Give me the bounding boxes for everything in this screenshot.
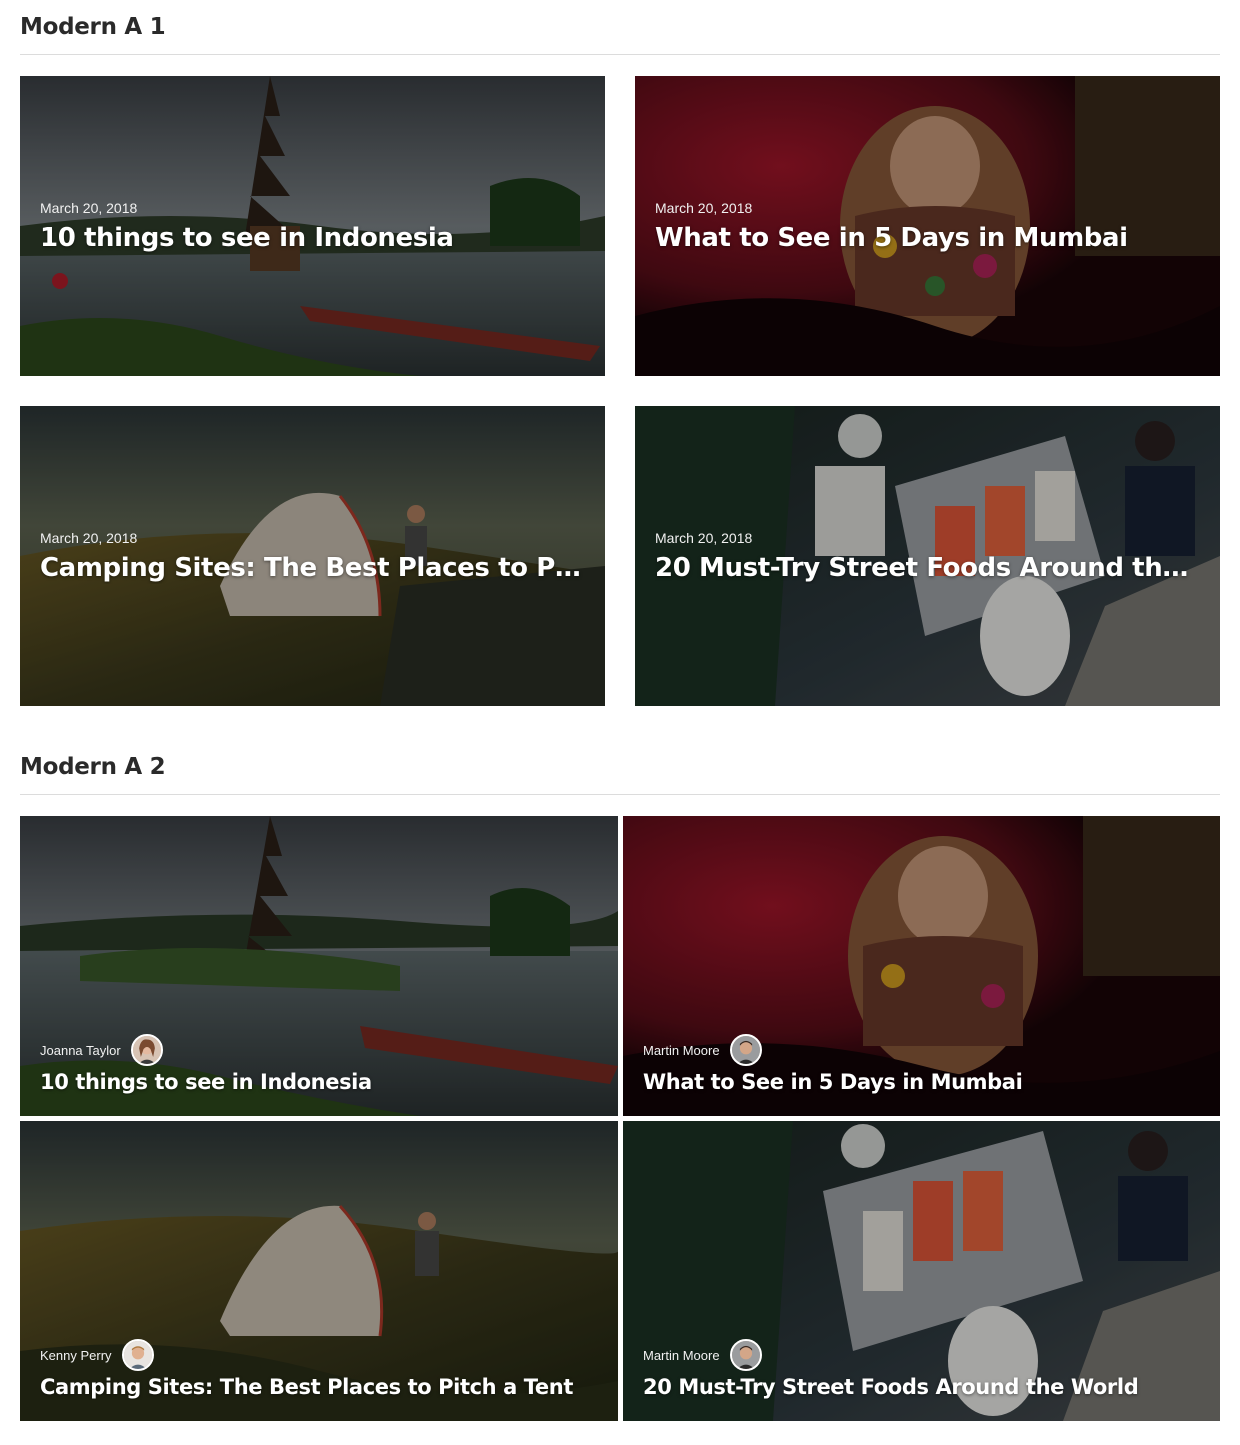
section-modern-a2: Modern A 2	[20, 756, 1220, 795]
post-meta: Joanna Taylor 10 things to see in Indone…	[40, 1034, 598, 1095]
avatar[interactable]	[121, 1339, 154, 1371]
post-date: March 20, 2018	[40, 530, 138, 546]
post-meta: Martin Moore 20 Must-Try Street Foods Ar…	[643, 1339, 1200, 1400]
post-date: March 20, 2018	[655, 200, 753, 216]
post-card[interactable]: March 20, 2018 What to See in 5 Days in …	[635, 76, 1220, 376]
author-name[interactable]: Martin Moore	[643, 1043, 720, 1058]
post-card[interactable]: March 20, 2018 Camping Sites: The Best P…	[20, 406, 605, 706]
post-card[interactable]: Martin Moore 20 Must-Try Street Foods Ar…	[623, 1121, 1220, 1421]
post-title[interactable]: What to See in 5 Days in Mumbai	[643, 1069, 1200, 1095]
post-title[interactable]: What to See in 5 Days in Mumbai	[655, 222, 1200, 254]
post-card[interactable]: March 20, 2018 10 things to see in Indon…	[20, 76, 605, 376]
author-row: Joanna Taylor	[40, 1034, 598, 1066]
section-modern-a1: Modern A 1	[20, 16, 1220, 55]
post-card[interactable]: Joanna Taylor 10 things to see in Indone…	[20, 816, 618, 1116]
post-meta: March 20, 2018 20 Must-Try Street Foods …	[655, 530, 1200, 584]
post-meta: March 20, 2018 What to See in 5 Days in …	[655, 200, 1200, 254]
author-row: Martin Moore	[643, 1339, 1200, 1371]
post-meta: March 20, 2018 10 things to see in Indon…	[40, 200, 585, 254]
post-title[interactable]: 10 things to see in Indonesia	[40, 1069, 598, 1095]
post-meta: Martin Moore What to See in 5 Days in Mu…	[643, 1034, 1200, 1095]
post-date: March 20, 2018	[40, 200, 138, 216]
section-title: Modern A 1	[20, 14, 166, 40]
author-row: Martin Moore	[643, 1034, 1200, 1066]
section-divider	[20, 54, 1220, 55]
author-row: Kenny Perry	[40, 1339, 598, 1371]
post-card[interactable]: Martin Moore What to See in 5 Days in Mu…	[623, 816, 1220, 1116]
author-name[interactable]: Joanna Taylor	[40, 1043, 121, 1058]
post-card[interactable]: March 20, 2018 20 Must-Try Street Foods …	[635, 406, 1220, 706]
post-card[interactable]: Kenny Perry Camping Sites: The Best Plac…	[20, 1121, 618, 1421]
post-meta: March 20, 2018 Camping Sites: The Best P…	[40, 530, 585, 584]
post-title[interactable]: Camping Sites: The Best Places to Pitch …	[40, 552, 585, 584]
author-name[interactable]: Kenny Perry	[40, 1348, 112, 1363]
avatar[interactable]	[729, 1339, 762, 1371]
section-title: Modern A 2	[20, 754, 166, 780]
post-title[interactable]: 20 Must-Try Street Foods Around the Worl…	[643, 1374, 1200, 1400]
avatar[interactable]	[729, 1034, 762, 1066]
post-title[interactable]: 10 things to see in Indonesia	[40, 222, 585, 254]
post-date: March 20, 2018	[655, 530, 753, 546]
author-name[interactable]: Martin Moore	[643, 1348, 720, 1363]
avatar[interactable]	[130, 1034, 163, 1066]
section-divider	[20, 794, 1220, 795]
post-title[interactable]: Camping Sites: The Best Places to Pitch …	[40, 1374, 598, 1400]
post-meta: Kenny Perry Camping Sites: The Best Plac…	[40, 1339, 598, 1400]
post-title[interactable]: 20 Must-Try Street Foods Around the Worl…	[655, 552, 1200, 584]
